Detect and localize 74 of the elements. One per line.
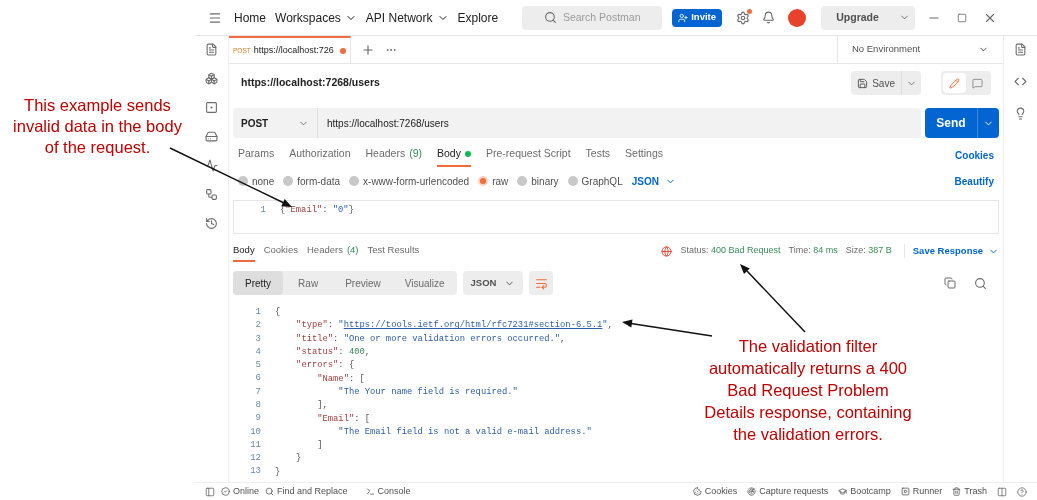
line-number: 4 — [254, 345, 261, 359]
radio-option[interactable]: none — [238, 173, 275, 189]
nav-item[interactable]: Home — [234, 8, 266, 27]
line-number: 12 — [249, 452, 261, 466]
line-number: 1 — [259, 203, 266, 217]
radio-option[interactable]: form-data — [283, 173, 341, 189]
status-bar-item[interactable]: Cookies — [692, 484, 738, 499]
view-tab[interactable]: Visualize — [392, 271, 457, 295]
code-line: "The Your name field is required." — [337, 385, 518, 399]
status-bar-item[interactable]: Capture requests — [747, 484, 829, 499]
tab[interactable]: Headers (9) — [365, 143, 423, 167]
status-bar-item[interactable]: Trash — [952, 484, 987, 499]
tab[interactable]: Settings — [625, 143, 664, 167]
tab[interactable]: Cookies — [263, 240, 298, 262]
line-number: 11 — [249, 438, 261, 452]
format-select[interactable]: JSON — [631, 173, 676, 189]
code-line: { — [275, 306, 281, 320]
save-response-button[interactable]: Save Response — [903, 243, 999, 259]
request-title: https://localhost:7268/users — [241, 75, 380, 91]
format-select[interactable]: JSON — [462, 271, 524, 295]
tab[interactable]: Body — [233, 240, 255, 262]
code-line: "Name": [ — [316, 372, 365, 386]
radio-option[interactable]: binary — [517, 173, 559, 189]
tab[interactable]: Headers (4) — [307, 240, 359, 262]
status-bar-item[interactable]: Runner — [900, 484, 943, 499]
response-meta: Time: 84 ms — [788, 244, 838, 258]
invite-button[interactable]: Invite — [672, 8, 722, 27]
status-bar-item[interactable]: Bootcamp — [838, 484, 891, 499]
code-line: } — [295, 452, 302, 466]
nav-item[interactable]: Workspaces — [275, 8, 357, 27]
line-number: 7 — [254, 385, 261, 399]
line-number: 1 — [254, 305, 261, 319]
radio-option[interactable]: x-www-form-urlencoded — [349, 173, 470, 189]
view-tab[interactable]: Preview — [333, 271, 393, 295]
nav-item[interactable]: Explore — [457, 8, 499, 27]
status-bar-item[interactable]: Online — [221, 484, 259, 499]
response-meta: Status: 400 Bad Request — [680, 244, 781, 258]
annotation-text: This example sends invalid data in the body of the request. — [13, 95, 182, 158]
line-number: 5 — [254, 359, 261, 373]
view-tab[interactable]: Raw — [283, 271, 334, 295]
code-line: "status": 400, — [295, 346, 371, 360]
code-line: "The Email field is not a valid e-mail address." — [337, 425, 592, 439]
line-number: 9 — [254, 412, 261, 426]
tab[interactable]: Authorization — [289, 143, 351, 167]
nav-item[interactable]: API Network — [365, 8, 449, 27]
code-line: "title": "One or more validation errors occurred.", — [295, 332, 566, 346]
code-line: "errors": { — [295, 359, 355, 373]
status-bar-item[interactable]: Find and Replace — [265, 484, 348, 499]
response-meta: Size: 387 B — [845, 244, 892, 258]
status-bar-item[interactable]: Console — [365, 484, 411, 499]
environment-select[interactable]: No Environment — [837, 36, 1003, 63]
code-line: "Email": [ — [316, 412, 371, 426]
tab[interactable]: Test Results — [367, 240, 420, 262]
code-line: ], — [316, 399, 328, 413]
tab[interactable]: Tests — [585, 143, 611, 167]
line-number: 10 — [249, 425, 261, 439]
view-tab[interactable]: Pretty — [233, 271, 284, 295]
tab[interactable]: Pre-request Script — [485, 143, 571, 167]
line-number: 6 — [254, 372, 261, 386]
tab[interactable]: Params — [238, 143, 275, 167]
line-number: 3 — [254, 332, 261, 346]
line-number: 2 — [254, 319, 261, 333]
code-line: "type": "https://tools.ietf.org/html/rfc7231#section-6.5.1", — [295, 319, 613, 333]
line-number: 13 — [249, 465, 261, 479]
cookies-link[interactable]: Cookies — [955, 143, 994, 167]
tab[interactable]: Body — [437, 143, 471, 167]
code-line: ] — [316, 439, 323, 453]
url-field[interactable]: https://localhost:7268/users — [318, 108, 921, 138]
line-number: 8 — [254, 399, 261, 412]
radio-option[interactable]: raw — [478, 173, 509, 189]
code-line: } — [275, 465, 281, 479]
beautify-link[interactable]: Beautify — [954, 173, 994, 189]
radio-option[interactable]: GraphQL — [567, 173, 623, 189]
method-select[interactable]: POST — [233, 108, 318, 138]
